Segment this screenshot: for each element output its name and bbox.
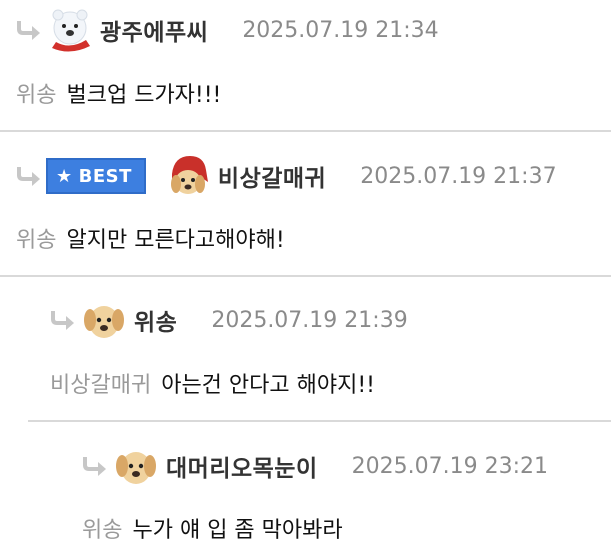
comment-nickname[interactable]: 위송 xyxy=(134,303,177,337)
comment-nickname[interactable]: 대머리오목눈이 xyxy=(166,449,318,483)
best-badge: ★ BEST xyxy=(46,158,146,194)
comment-body: 위송 벌크업 드가자!!! xyxy=(16,77,221,109)
comment-body: 비상갈매귀 아는건 안다고 해야지!! xyxy=(50,367,375,399)
comment-mention[interactable]: 위송 xyxy=(16,83,56,108)
comment-nickname[interactable]: 비상갈매귀 xyxy=(218,159,326,193)
comment-date: 2025.07.19 21:39 xyxy=(211,307,408,333)
comment-mention[interactable]: 비상갈매귀 xyxy=(50,373,151,398)
comment-divider xyxy=(0,130,611,132)
comment-mention[interactable]: 위송 xyxy=(16,228,56,253)
puppy-avatar-icon[interactable] xyxy=(112,442,160,490)
comment-date: 2025.07.19 21:37 xyxy=(360,163,557,189)
puppy-avatar-icon[interactable] xyxy=(80,296,128,344)
best-badge-label: BEST xyxy=(78,165,132,187)
comment-body: 위송 알지만 모른다고해야해! xyxy=(16,222,285,254)
star-icon: ★ xyxy=(56,165,73,187)
reply-arrow-icon xyxy=(14,19,44,41)
reply-arrow-icon xyxy=(48,309,78,331)
comment-nickname[interactable]: 광주에푸씨 xyxy=(100,13,208,47)
comment-date: 2025.07.19 21:34 xyxy=(242,17,439,43)
comment-date: 2025.07.19 23:21 xyxy=(351,453,548,479)
comment-text: 누가 얘 입 좀 막아봐라 xyxy=(132,518,343,543)
comment-mention[interactable]: 위송 xyxy=(82,518,122,543)
comment-divider xyxy=(28,420,611,422)
puppy-red-hood-avatar-icon[interactable] xyxy=(164,152,212,200)
comment-text: 벌크업 드가자!!! xyxy=(66,83,222,108)
comment-text: 알지만 모른다고해야해! xyxy=(66,228,285,253)
polar-bear-avatar-icon[interactable] xyxy=(46,6,94,54)
reply-arrow-icon xyxy=(14,165,44,187)
comment-text: 아는건 안다고 해야지!! xyxy=(161,373,375,398)
comment-body: 위송 누가 얘 입 좀 막아봐라 xyxy=(82,512,343,544)
comment-divider xyxy=(0,275,611,277)
reply-arrow-icon xyxy=(80,455,110,477)
